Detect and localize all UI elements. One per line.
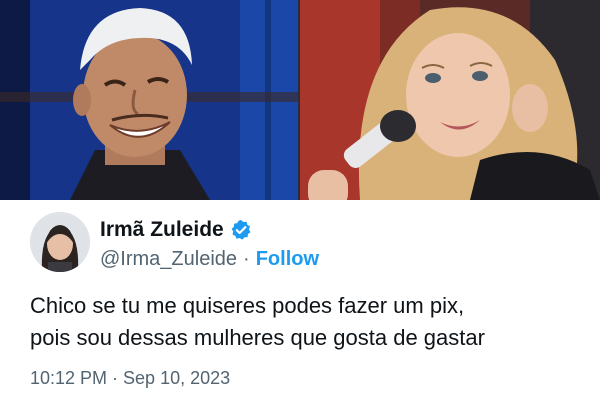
author-handle[interactable]: @Irma_Zuleide [100,248,237,271]
tweet-text-line: Chico se tu me quiseres podes fazer um p… [30,293,465,318]
tweet-text-line: pois sou dessas mulheres que gosta de ga… [30,325,485,350]
follow-button[interactable]: Follow [256,248,319,271]
tweet-media[interactable] [0,0,600,200]
author-handle-row: @Irma_Zuleide · Follow [100,248,319,271]
photo-woman-with-microphone [300,0,600,200]
avatar-image [30,212,90,272]
author-name-row: Irmã Zuleide [100,218,252,242]
tweet-timestamp[interactable]: 10:12 PM · Sep 10, 2023 [30,368,230,389]
verified-badge-icon [230,219,252,241]
handle-separator: · [243,248,250,270]
woman-portrait-illustration [300,0,600,200]
avatar[interactable] [30,212,90,272]
tweet-text: Chico se tu me quiseres podes fazer um p… [30,290,580,354]
man-portrait-illustration [0,0,300,200]
author-display-name[interactable]: Irmã Zuleide [100,218,224,242]
photo-man-smiling [0,0,300,200]
